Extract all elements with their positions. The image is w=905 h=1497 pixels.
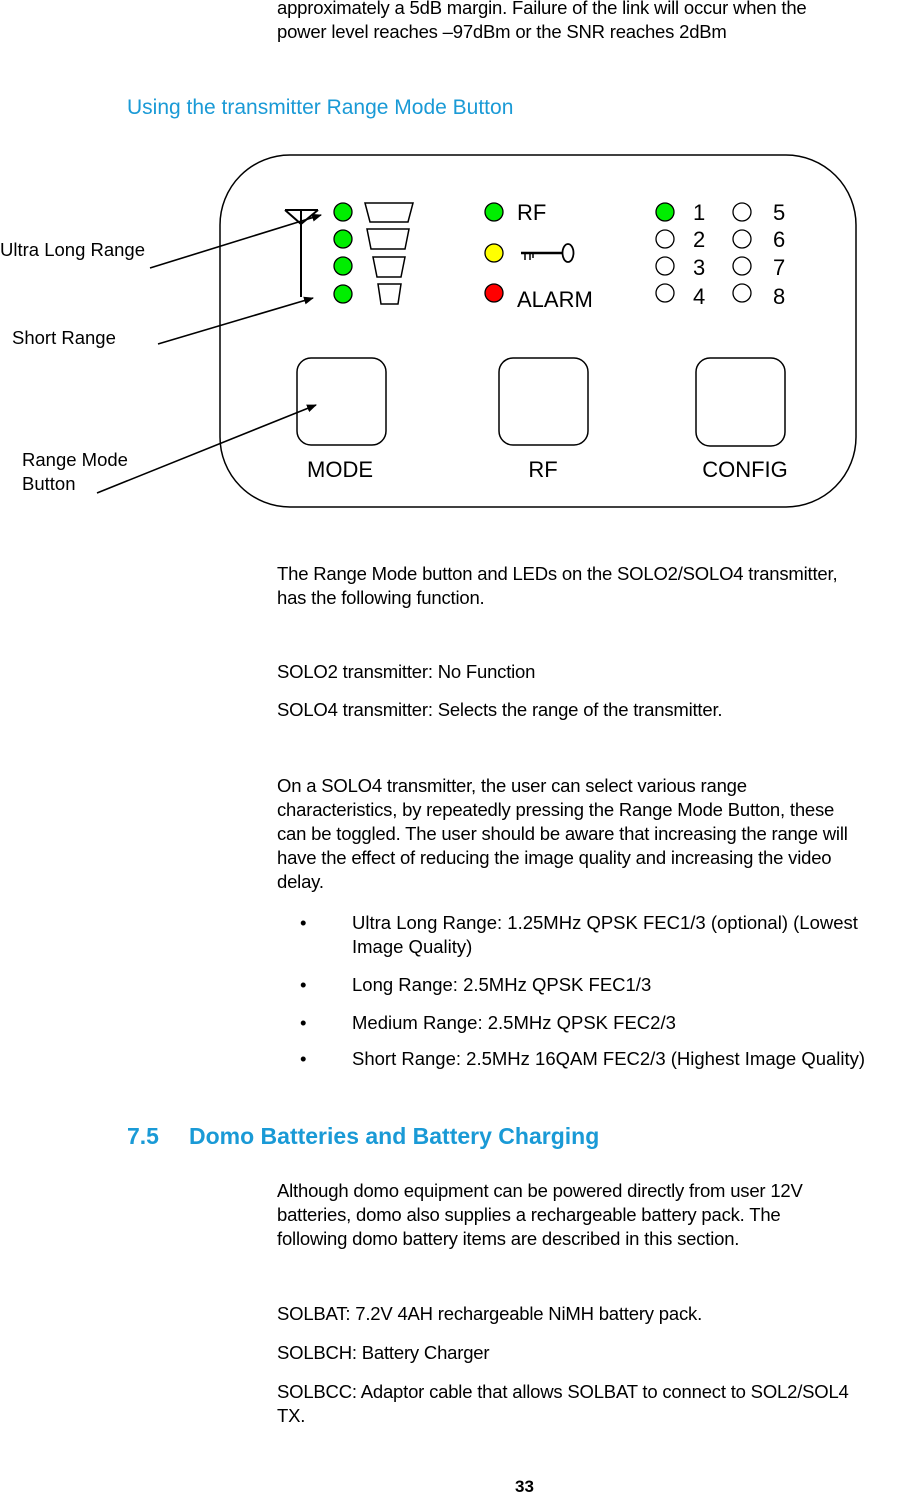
rf-button[interactable] <box>498 357 589 446</box>
channel-label: 3 <box>693 255 705 280</box>
intro-line: power level reaches –97dBm or the SNR re… <box>277 21 727 42</box>
paragraph-line: The Range Mode button and LEDs on the SO… <box>277 563 838 584</box>
range-mode-paragraph: The Range Mode button and LEDs on the SO… <box>277 562 838 610</box>
bullet-icon: • <box>300 912 307 933</box>
page-number: 33 <box>515 1477 534 1496</box>
paragraph-line: have the effect of reducing the image qu… <box>277 847 832 868</box>
range-led-long <box>333 229 353 249</box>
bullet-icon: • <box>300 1012 307 1033</box>
paragraph-line: Although domo equipment can be powered d… <box>277 1180 803 1201</box>
paragraph-line: SOLBCC: Adaptor cable that allows SOLBAT… <box>277 1381 849 1402</box>
solo4-range-paragraph: On a SOLO4 transmitter, the user can sel… <box>277 774 905 894</box>
channel-label: 2 <box>693 227 705 252</box>
mode-button-label: MODE <box>307 457 373 482</box>
solbat-item: SOLBAT: 7.2V 4AH rechargeable NiMH batte… <box>277 1303 703 1324</box>
channel-led-4 <box>655 283 675 303</box>
list-item-text: Short Range: 2.5MHz 16QAM FEC2/3 (Highes… <box>352 1048 866 1069</box>
batteries-paragraph: Although domo equipment can be powered d… <box>277 1179 803 1251</box>
channel-label: 4 <box>693 284 705 309</box>
channel-led-1 <box>655 202 675 222</box>
paragraph-line: batteries, domo also supplies a recharge… <box>277 1204 781 1225</box>
channel-label: 5 <box>773 200 785 225</box>
callout-range-mode-button: Button <box>22 473 76 494</box>
callout-ultra-long-range: Ultra Long Range <box>0 239 145 260</box>
rf-status-label: RF <box>517 200 546 225</box>
paragraph-line: TX. <box>277 1405 306 1426</box>
channel-led-5 <box>732 202 752 222</box>
mode-button[interactable] <box>296 357 387 446</box>
intro-line: approximately a 5dB margin. Failure of t… <box>277 0 807 18</box>
channel-led-7 <box>732 256 752 276</box>
rf-button-label: RF <box>528 457 557 482</box>
section-title: Domo Batteries and Battery Charging <box>189 1123 600 1149</box>
config-button-label: CONFIG <box>702 457 788 482</box>
section-number: 7.5 <box>127 1123 159 1149</box>
transmitter-panel-diagram: RF ALARM 1 2 3 4 5 6 7 8 MODE RF CONFIG … <box>0 154 857 508</box>
key-status-led <box>484 243 504 263</box>
channel-led-8 <box>732 283 752 303</box>
paragraph-line: following domo battery items are describ… <box>277 1228 740 1249</box>
solo4-function: SOLO4 transmitter: Selects the range of … <box>277 699 723 720</box>
range-led-ultra-long <box>333 202 353 222</box>
range-bar-medium-icon <box>372 256 406 278</box>
channel-label: 6 <box>773 227 785 252</box>
list-item-text: Long Range: 2.5MHz QPSK FEC1/3 <box>352 974 652 995</box>
range-bar-long-icon <box>366 228 410 250</box>
rf-status-led <box>484 202 504 222</box>
paragraph-line: delay. <box>277 871 324 892</box>
config-button[interactable] <box>695 357 786 447</box>
solbch-item: SOLBCH: Battery Charger <box>277 1342 490 1363</box>
solo2-function: SOLO2 transmitter: No Function <box>277 661 536 682</box>
callout-short-range: Short Range <box>12 327 116 348</box>
list-item-text: Ultra Long Range: 1.25MHz QPSK FEC1/3 (o… <box>352 912 858 933</box>
paragraph-line: characteristics, by repeatedly pressing … <box>277 799 835 820</box>
channel-led-6 <box>732 229 752 249</box>
range-bar-short-icon <box>377 283 402 305</box>
paragraph-line: On a SOLO4 transmitter, the user can sel… <box>277 775 747 796</box>
bullet-icon: • <box>300 974 307 995</box>
section-heading: 7.5 Domo Batteries and Battery Charging <box>127 1123 599 1150</box>
channel-label: 8 <box>773 284 785 309</box>
channel-led-2 <box>655 229 675 249</box>
channel-led-3 <box>655 256 675 276</box>
solbcc-item: SOLBCC: Adaptor cable that allows SOLBAT… <box>277 1380 905 1428</box>
bullet-icon: • <box>300 1048 307 1069</box>
subheading: Using the transmitter Range Mode Button <box>127 96 514 119</box>
list-item-text: Medium Range: 2.5MHz QPSK FEC2/3 <box>352 1012 676 1033</box>
intro-paragraph: approximately a 5dB margin. Failure of t… <box>277 0 807 44</box>
paragraph-line: has the following function. <box>277 587 485 608</box>
list-item-text: Image Quality) <box>352 936 473 957</box>
range-led-medium <box>333 256 353 276</box>
channel-label: 1 <box>693 200 705 225</box>
callout-range-mode-button: Range Mode <box>22 449 128 470</box>
paragraph-line: can be toggled. The user should be aware… <box>277 823 848 844</box>
range-led-short <box>333 284 353 304</box>
range-bar-ultra-long-icon <box>364 202 414 223</box>
channel-label: 7 <box>773 255 785 280</box>
alarm-status-led <box>484 283 504 303</box>
alarm-status-label: ALARM <box>517 287 593 312</box>
